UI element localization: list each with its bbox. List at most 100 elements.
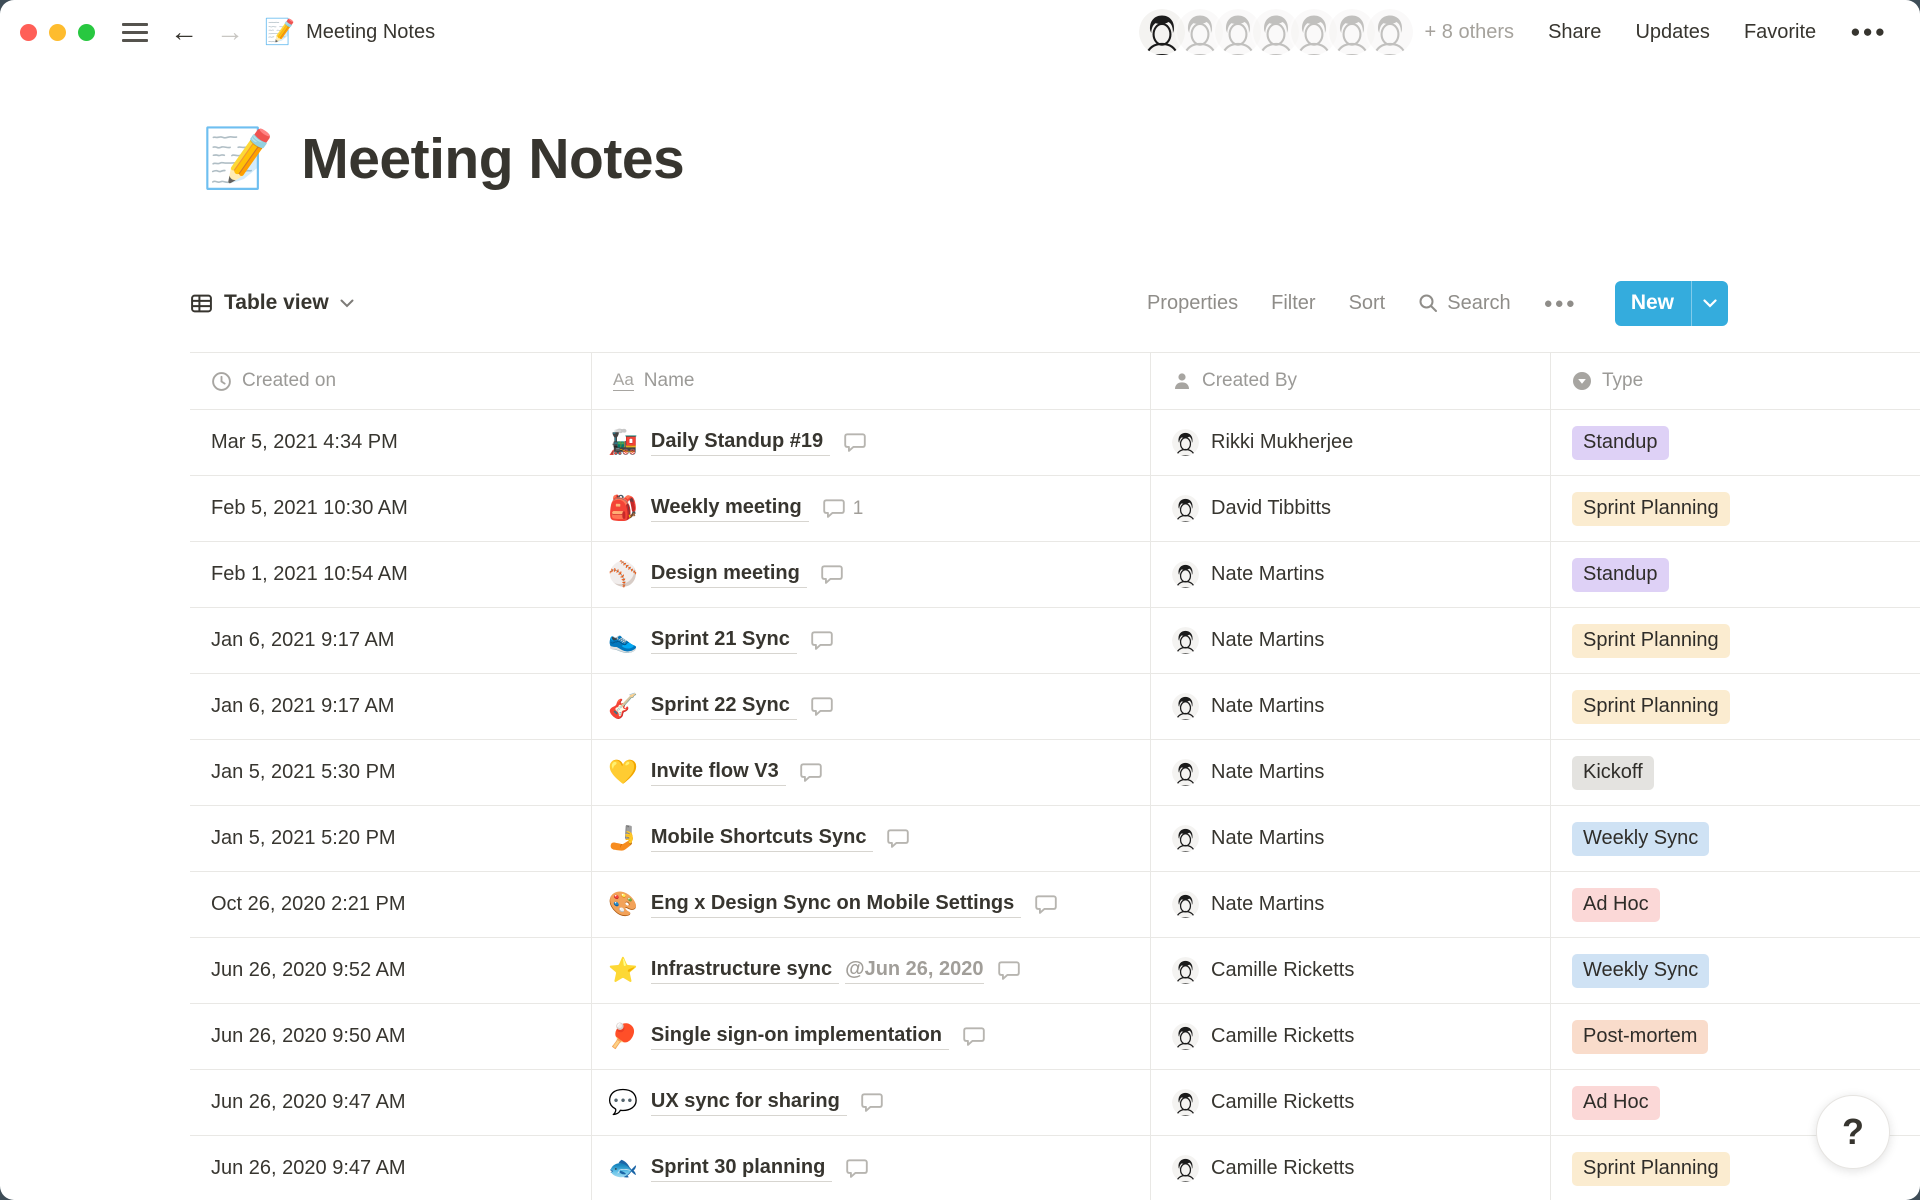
cell-created-on[interactable]: Oct 26, 2020 2:21 PM <box>190 872 591 937</box>
type-badge[interactable]: Kickoff <box>1572 756 1654 790</box>
page-link[interactable]: Sprint 21 Sync <box>651 628 797 654</box>
cell-name[interactable]: 💛 Invite flow V3 <box>591 740 1150 805</box>
updates-button[interactable]: Updates <box>1635 21 1710 44</box>
type-badge[interactable]: Ad Hoc <box>1572 1086 1660 1120</box>
cell-created-on[interactable]: Jan 6, 2021 9:17 AM <box>190 674 591 739</box>
breadcrumb-page-title[interactable]: Meeting Notes <box>306 21 435 44</box>
cell-created-by[interactable]: Nate Martins <box>1150 608 1550 673</box>
tab-table-view[interactable]: Table view <box>190 291 354 315</box>
table-row[interactable]: Jun 26, 2020 9:47 AM 🐟 Sprint 30 plannin… <box>190 1136 1920 1200</box>
date-mention[interactable]: @Jun 26, 2020 <box>845 958 983 984</box>
cell-name[interactable]: 🚂 Daily Standup #19 <box>591 410 1150 475</box>
table-row[interactable]: Jan 6, 2021 9:17 AM 👟 Sprint 21 Sync Nat… <box>190 608 1920 674</box>
help-button[interactable]: ? <box>1816 1095 1890 1169</box>
cell-type[interactable]: Kickoff <box>1550 740 1920 805</box>
column-header-created-on[interactable]: Created on <box>190 353 591 409</box>
back-arrow-icon[interactable]: ← <box>170 18 198 46</box>
page-link[interactable]: Single sign-on implementation <box>651 1024 949 1050</box>
favorite-button[interactable]: Favorite <box>1744 21 1816 44</box>
page-link[interactable]: Weekly meeting <box>651 496 809 522</box>
page-link[interactable]: Design meeting <box>651 562 807 588</box>
close-window-button[interactable] <box>20 24 37 41</box>
type-badge[interactable]: Sprint Planning <box>1572 690 1730 724</box>
page-link[interactable]: Sprint 30 planning <box>651 1156 832 1182</box>
more-options-icon[interactable]: ●●● <box>1850 22 1887 42</box>
cell-name[interactable]: 👟 Sprint 21 Sync <box>591 608 1150 673</box>
cell-name[interactable]: 🎸 Sprint 22 Sync <box>591 674 1150 739</box>
page-link[interactable]: Eng x Design Sync on Mobile Settings <box>651 892 1021 918</box>
cell-created-by[interactable]: Camille Ricketts <box>1150 1136 1550 1200</box>
cell-created-on[interactable]: Mar 5, 2021 4:34 PM <box>190 410 591 475</box>
share-button[interactable]: Share <box>1548 21 1601 44</box>
cell-created-on[interactable]: Jan 5, 2021 5:20 PM <box>190 806 591 871</box>
cell-created-on[interactable]: Jan 5, 2021 5:30 PM <box>190 740 591 805</box>
page-link[interactable]: Mobile Shortcuts Sync <box>651 826 874 852</box>
cell-created-on[interactable]: Jun 26, 2020 9:47 AM <box>190 1070 591 1135</box>
cell-created-by[interactable]: Rikki Mukherjee <box>1150 410 1550 475</box>
cell-type[interactable]: Post-mortem <box>1550 1004 1920 1069</box>
table-row[interactable]: Feb 5, 2021 10:30 AM 🎒 Weekly meeting 1 … <box>190 476 1920 542</box>
column-header-created-by[interactable]: Created By <box>1150 353 1550 409</box>
table-row[interactable]: Oct 26, 2020 2:21 PM 🎨 Eng x Design Sync… <box>190 872 1920 938</box>
table-row[interactable]: Jan 6, 2021 9:17 AM 🎸 Sprint 22 Sync Nat… <box>190 674 1920 740</box>
table-row[interactable]: Jun 26, 2020 9:52 AM ⭐ Infrastructure sy… <box>190 938 1920 1004</box>
cell-type[interactable]: Standup <box>1550 542 1920 607</box>
page-link[interactable]: Infrastructure sync <box>651 958 839 984</box>
cell-name[interactable]: ⭐ Infrastructure sync @Jun 26, 2020 <box>591 938 1150 1003</box>
column-header-name[interactable]: Aa Name <box>591 353 1150 409</box>
type-badge[interactable]: Standup <box>1572 426 1669 460</box>
search-button[interactable]: Search <box>1418 292 1510 315</box>
cell-type[interactable]: Sprint Planning <box>1550 674 1920 739</box>
cell-created-on[interactable]: Jun 26, 2020 9:50 AM <box>190 1004 591 1069</box>
cell-created-on[interactable]: Jun 26, 2020 9:47 AM <box>190 1136 591 1200</box>
table-row[interactable]: Jun 26, 2020 9:50 AM 🏓 Single sign-on im… <box>190 1004 1920 1070</box>
table-row[interactable]: Feb 1, 2021 10:54 AM ⚾ Design meeting Na… <box>190 542 1920 608</box>
cell-created-by[interactable]: David Tibbitts <box>1150 476 1550 541</box>
new-button-label[interactable]: New <box>1615 281 1691 326</box>
type-badge[interactable]: Weekly Sync <box>1572 954 1709 988</box>
zoom-window-button[interactable] <box>78 24 95 41</box>
cell-created-by[interactable]: Camille Ricketts <box>1150 1070 1550 1135</box>
cell-type[interactable]: Sprint Planning <box>1550 476 1920 541</box>
type-badge[interactable]: Ad Hoc <box>1572 888 1660 922</box>
sort-button[interactable]: Sort <box>1349 292 1386 315</box>
page-link[interactable]: Sprint 22 Sync <box>651 694 797 720</box>
collaborator-avatar[interactable] <box>1367 9 1413 55</box>
type-badge[interactable]: Post-mortem <box>1572 1020 1708 1054</box>
page-link[interactable]: UX sync for sharing <box>651 1090 847 1116</box>
type-badge[interactable]: Sprint Planning <box>1572 1152 1730 1186</box>
cell-created-by[interactable]: Camille Ricketts <box>1150 1004 1550 1069</box>
cell-type[interactable]: Weekly Sync <box>1550 938 1920 1003</box>
cell-name[interactable]: 🏓 Single sign-on implementation <box>591 1004 1150 1069</box>
type-badge[interactable]: Sprint Planning <box>1572 624 1730 658</box>
cell-name[interactable]: ⚾ Design meeting <box>591 542 1150 607</box>
cell-type[interactable]: Standup <box>1550 410 1920 475</box>
new-button[interactable]: New <box>1615 281 1728 326</box>
cell-created-by[interactable]: Nate Martins <box>1150 740 1550 805</box>
forward-arrow-icon[interactable]: → <box>216 18 244 46</box>
table-row[interactable]: Jan 5, 2021 5:20 PM 🤳 Mobile Shortcuts S… <box>190 806 1920 872</box>
type-badge[interactable]: Weekly Sync <box>1572 822 1709 856</box>
cell-created-by[interactable]: Nate Martins <box>1150 542 1550 607</box>
cell-type[interactable]: Weekly Sync <box>1550 806 1920 871</box>
minimize-window-button[interactable] <box>49 24 66 41</box>
column-header-type[interactable]: Type <box>1550 353 1920 409</box>
cell-created-on[interactable]: Feb 1, 2021 10:54 AM <box>190 542 591 607</box>
page-title[interactable]: Meeting Notes <box>301 126 684 192</box>
cell-type[interactable]: Sprint Planning <box>1550 608 1920 673</box>
collaborators-overflow-count[interactable]: + 8 others <box>1425 21 1515 44</box>
cell-name[interactable]: 🤳 Mobile Shortcuts Sync <box>591 806 1150 871</box>
page-link[interactable]: Invite flow V3 <box>651 760 786 786</box>
cell-created-on[interactable]: Jun 26, 2020 9:52 AM <box>190 938 591 1003</box>
cell-created-on[interactable]: Feb 5, 2021 10:30 AM <box>190 476 591 541</box>
page-link[interactable]: Daily Standup #19 <box>651 430 830 456</box>
type-badge[interactable]: Sprint Planning <box>1572 492 1730 526</box>
cell-created-by[interactable]: Nate Martins <box>1150 872 1550 937</box>
cell-name[interactable]: 🎨 Eng x Design Sync on Mobile Settings <box>591 872 1150 937</box>
type-badge[interactable]: Standup <box>1572 558 1669 592</box>
cell-created-by[interactable]: Camille Ricketts <box>1150 938 1550 1003</box>
cell-name[interactable]: 🐟 Sprint 30 planning <box>591 1136 1150 1200</box>
view-options-icon[interactable]: ●●● <box>1544 295 1577 312</box>
cell-type[interactable]: Ad Hoc <box>1550 872 1920 937</box>
table-row[interactable]: Mar 5, 2021 4:34 PM 🚂 Daily Standup #19 … <box>190 410 1920 476</box>
